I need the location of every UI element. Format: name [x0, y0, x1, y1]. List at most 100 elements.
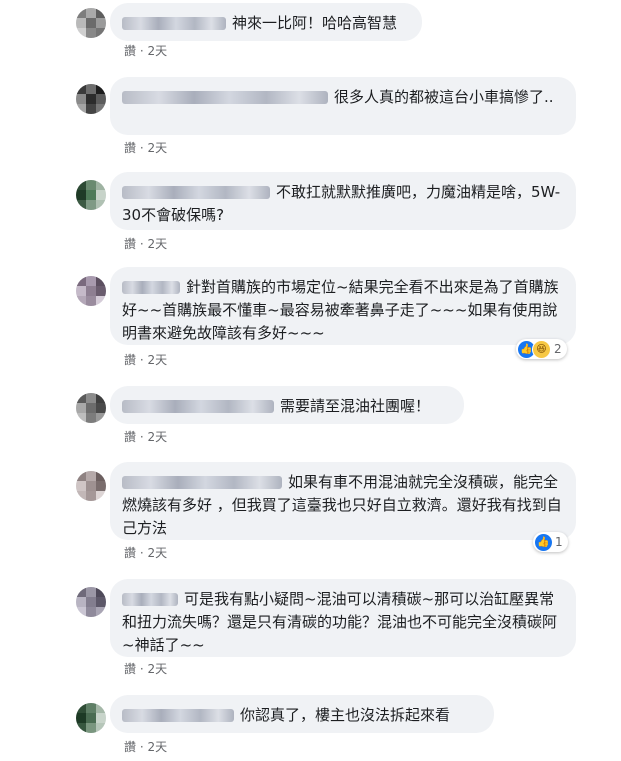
author-name-blurred[interactable]: [122, 91, 328, 104]
avatar-mosaic-pixel: [86, 703, 96, 713]
avatar-mosaic-pixel: [96, 84, 106, 94]
avatar-mosaic-pixel: [76, 104, 86, 114]
avatar-mosaic-pixel: [96, 28, 106, 38]
avatar-mosaic-pixel: [86, 28, 96, 38]
author-name-blurred[interactable]: [122, 186, 270, 199]
avatar[interactable]: [76, 471, 106, 501]
like-link[interactable]: 讚: [124, 546, 136, 560]
avatar-mosaic-pixel: [86, 587, 96, 597]
comment-meta: 讚 · 2天: [124, 545, 167, 561]
separator: ·: [139, 430, 144, 444]
reactions-badge[interactable]: 👍 1: [533, 532, 568, 552]
comment-meta: 讚 · 2天: [124, 236, 167, 252]
comment-bubble: 你認真了，樓主也沒法拆起來看: [110, 695, 494, 733]
avatar-mosaic-pixel: [96, 491, 106, 501]
avatar-mosaic-pixel: [76, 607, 86, 617]
timestamp[interactable]: 2天: [148, 546, 168, 560]
separator: ·: [139, 141, 144, 155]
timestamp[interactable]: 2天: [148, 353, 168, 367]
avatar[interactable]: [76, 180, 106, 210]
avatar-mosaic-pixel: [96, 587, 106, 597]
avatar[interactable]: [76, 393, 106, 423]
avatar-mosaic-pixel: [76, 393, 86, 403]
like-link[interactable]: 讚: [124, 662, 136, 676]
avatar-mosaic-pixel: [76, 471, 86, 481]
avatar-mosaic-pixel: [76, 190, 86, 200]
timestamp[interactable]: 2天: [148, 740, 168, 754]
avatar-mosaic-pixel: [76, 296, 86, 306]
avatar-mosaic-pixel: [96, 8, 106, 18]
avatar[interactable]: [76, 8, 106, 38]
author-name-blurred[interactable]: [122, 281, 180, 294]
comment-bubble: 需要請至混油社團喔！: [110, 386, 464, 424]
like-link[interactable]: 讚: [124, 141, 136, 155]
avatar-mosaic-pixel: [86, 276, 96, 286]
avatar-mosaic-pixel: [96, 200, 106, 210]
avatar-mosaic-pixel: [96, 296, 106, 306]
avatar-mosaic-pixel: [86, 481, 96, 491]
avatar-mosaic-pixel: [96, 104, 106, 114]
timestamp[interactable]: 2天: [148, 44, 168, 58]
timestamp[interactable]: 2天: [148, 430, 168, 444]
avatar-mosaic-pixel: [76, 491, 86, 501]
avatar-mosaic-pixel: [86, 104, 96, 114]
avatar-mosaic-pixel: [76, 94, 86, 104]
avatar-mosaic-pixel: [96, 713, 106, 723]
avatar-mosaic-pixel: [76, 180, 86, 190]
comment-text: 需要請至混油社團喔！: [280, 397, 431, 415]
avatar-mosaic-pixel: [76, 276, 86, 286]
avatar[interactable]: [76, 84, 106, 114]
timestamp[interactable]: 2天: [148, 237, 168, 251]
like-reaction-icon: 👍: [535, 533, 552, 551]
avatar-mosaic-pixel: [86, 597, 96, 607]
avatar-mosaic-pixel: [86, 296, 96, 306]
like-link[interactable]: 讚: [124, 237, 136, 251]
comment-bubble: 不敢扛就默默推廣吧，力魔油精是啥，5W-30不會破保嗎?: [110, 172, 576, 230]
avatar-mosaic-pixel: [76, 597, 86, 607]
comment-bubble: 針對首購族的市場定位~結果完全看不出來是為了首購族好~~首購族最不懂車~最容易被…: [110, 267, 576, 345]
comment-text: 神來一比阿！哈哈高智慧: [232, 14, 398, 32]
avatar-mosaic-pixel: [96, 481, 106, 491]
comment-meta: 讚 · 2天: [124, 352, 167, 368]
comment-text: 很多人真的都被這台小車搞慘了..: [334, 88, 554, 106]
avatar-mosaic-pixel: [86, 18, 96, 28]
avatar[interactable]: [76, 587, 106, 617]
author-name-blurred[interactable]: [122, 400, 274, 413]
timestamp[interactable]: 2天: [148, 662, 168, 676]
avatar-mosaic-pixel: [86, 713, 96, 723]
like-link[interactable]: 讚: [124, 430, 136, 444]
author-name-blurred[interactable]: [122, 17, 226, 30]
avatar-mosaic-pixel: [86, 200, 96, 210]
comment-meta: 讚 · 2天: [124, 43, 167, 59]
timestamp[interactable]: 2天: [148, 141, 168, 155]
author-name-blurred[interactable]: [122, 593, 178, 606]
avatar-mosaic-pixel: [96, 723, 106, 733]
separator: ·: [139, 237, 144, 251]
avatar-mosaic-pixel: [96, 94, 106, 104]
avatar-mosaic-pixel: [76, 200, 86, 210]
avatar-mosaic-pixel: [96, 190, 106, 200]
comment-meta: 讚 · 2天: [124, 140, 167, 156]
comment-text: 你認真了，樓主也沒法拆起來看: [240, 706, 451, 724]
avatar-mosaic-pixel: [86, 471, 96, 481]
separator: ·: [139, 546, 144, 560]
separator: ·: [139, 662, 144, 676]
like-link[interactable]: 讚: [124, 740, 136, 754]
like-link[interactable]: 讚: [124, 353, 136, 367]
avatar[interactable]: [76, 703, 106, 733]
author-name-blurred[interactable]: [122, 476, 282, 489]
reactions-badge[interactable]: 👍 😆 2: [516, 339, 567, 359]
comment-bubble: 很多人真的都被這台小車搞慘了..: [110, 77, 576, 135]
avatar-mosaic-pixel: [76, 713, 86, 723]
author-name-blurred[interactable]: [122, 709, 234, 722]
avatar-mosaic-pixel: [96, 393, 106, 403]
avatar-mosaic-pixel: [86, 607, 96, 617]
comment-text: 可是我有點小疑問~混油可以清積碳~那可以治缸壓異常和扭力流失嗎？還是只有清碳的功…: [122, 590, 558, 654]
comment-bubble: 神來一比阿！哈哈高智慧: [110, 3, 422, 41]
avatar-mosaic-pixel: [86, 393, 96, 403]
avatar[interactable]: [76, 276, 106, 306]
avatar-mosaic-pixel: [96, 18, 106, 28]
avatar-mosaic-pixel: [96, 607, 106, 617]
like-link[interactable]: 讚: [124, 44, 136, 58]
avatar-mosaic-pixel: [86, 403, 96, 413]
